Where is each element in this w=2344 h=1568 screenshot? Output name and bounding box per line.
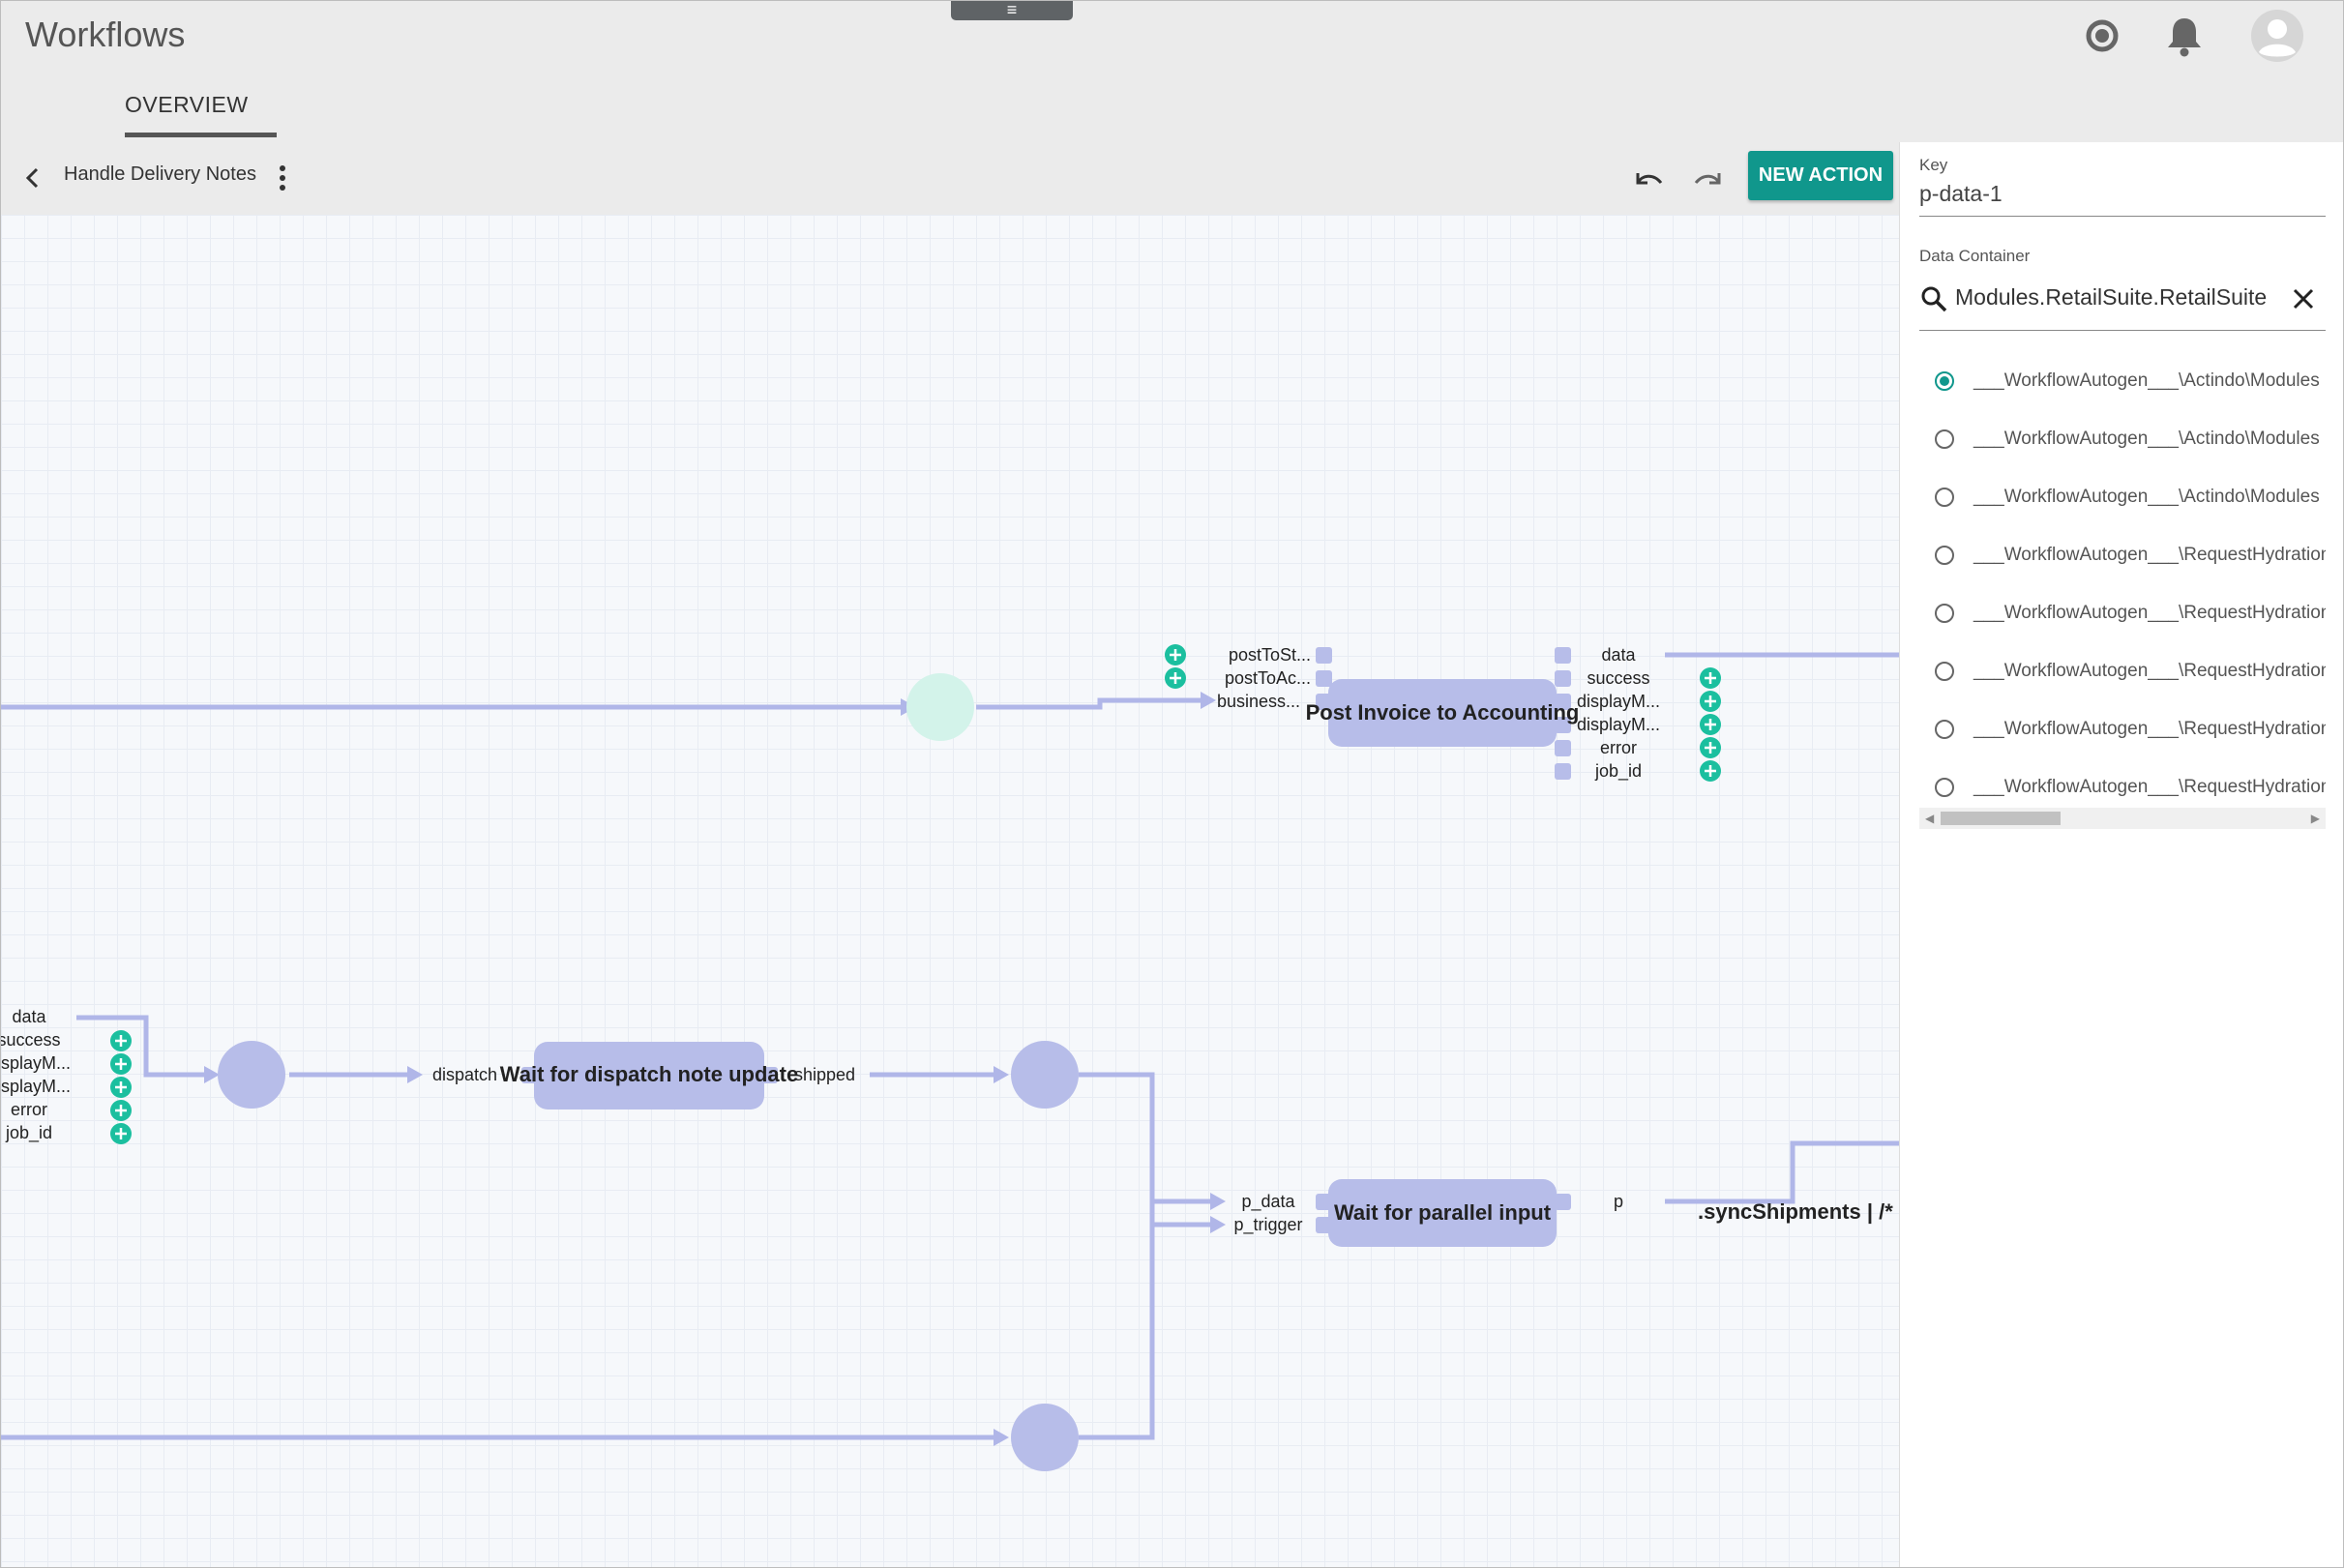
option-row[interactable]: ___WorkflowAutogen___\RequestHydration [1919,645,2326,703]
join-node-bottom[interactable] [1011,1404,1079,1471]
edge-p-out [1665,1140,1899,1204]
port-label: displayM... [1577,715,1660,734]
radio-unchecked-icon[interactable] [1935,604,1954,623]
search-underline [1919,330,2326,331]
port-label: postToSt... [1229,645,1311,665]
tab-overview[interactable]: OVERVIEW [125,86,249,124]
account-avatar-icon[interactable] [2250,9,2304,68]
join-node-top[interactable] [1011,1041,1079,1109]
data-container-search-input[interactable] [1955,280,2274,314]
workflow-canvas[interactable]: Post Invoice to Accounting postToSt... p… [1,215,1899,1567]
radio-unchecked-icon[interactable] [1935,720,1954,739]
port-label: error [11,1100,47,1119]
key-label: Key [1919,156,1948,174]
key-field[interactable]: p-data-1 [1919,181,2003,207]
scroll-left-icon[interactable]: ◀ [1925,812,1934,825]
workflow-toolbar: Handle Delivery Notes NEW ACTION [1,142,1897,215]
option-row[interactable]: ___WorkflowAutogen___\RequestHydration [1919,529,2326,587]
port-label: displayM... [1,1053,71,1073]
app-title: Workflows [25,15,186,54]
properties-panel: Key p-data-1 Data Container ___WorkflowA… [1899,142,2343,1567]
search-icon [1919,284,1948,313]
port-label: displayM... [1,1077,71,1096]
horizontal-scrollbar[interactable]: ◀ ▶ [1919,808,2326,829]
edge-start-to-post [976,697,1201,710]
port-label: success [1,1030,61,1050]
merge-node[interactable] [218,1041,285,1109]
option-label: ___WorkflowAutogen___\RequestHydration [1973,545,2326,565]
port-label: data [12,1007,46,1026]
radio-unchecked-icon[interactable] [1935,662,1954,681]
start-node[interactable] [906,673,974,741]
option-row[interactable]: ___WorkflowAutogen___\Actindo\Modules [1919,471,2326,529]
data-container-options: ___WorkflowAutogen___\Actindo\Modules __… [1919,355,2326,955]
post-invoice-title: Post Invoice to Accounting [1306,700,1580,725]
edge-joins-bus [1079,1072,1155,1440]
option-label: ___WorkflowAutogen___\Actindo\Modules [1973,370,2320,391]
new-action-button[interactable]: NEW ACTION [1748,151,1893,200]
undo-icon[interactable] [1630,163,1665,192]
tab-bar: OVERVIEW [125,86,249,124]
wait-parallel-title: Wait for parallel input [1334,1200,1552,1225]
option-row[interactable]: ___WorkflowAutogen___\Actindo\Modules [1919,413,2326,471]
back-arrow-icon[interactable] [18,163,47,192]
option-label: ___WorkflowAutogen___\RequestHydration [1973,777,2326,797]
radio-checked-icon[interactable] [1935,371,1954,391]
port-label: job_id [1594,761,1642,782]
option-row[interactable]: ___WorkflowAutogen___\RequestHydration [1919,703,2326,761]
more-vert-icon[interactable] [276,163,289,192]
port-label: success [1587,668,1649,688]
port-label: error [1600,738,1637,757]
port-label: job_id [5,1123,52,1143]
option-label: ___WorkflowAutogen___\Actindo\Modules [1973,487,2320,507]
port-label: p [1614,1192,1623,1211]
scrollbar-thumb[interactable] [1941,812,2061,825]
port-label: business... [1217,692,1300,711]
port-label: shipped [794,1065,855,1084]
radio-unchecked-icon[interactable] [1935,778,1954,797]
scroll-right-icon[interactable]: ▶ [2311,812,2320,825]
radio-unchecked-icon[interactable] [1935,488,1954,507]
port-label: displayM... [1577,692,1660,711]
wait-dispatch-title: Wait for dispatch note update [500,1062,798,1086]
option-label: ___WorkflowAutogen___\RequestHydration [1973,603,2326,623]
port-label: dispatch [432,1065,497,1084]
port-label: postToAc... [1225,668,1311,688]
edge-left-to-merge [76,1015,204,1078]
port-label: p_trigger [1233,1215,1302,1235]
menu-toggle-icon[interactable]: ≡ [951,1,1073,20]
tab-active-indicator [125,133,277,137]
port-label: p_data [1241,1192,1295,1212]
radio-button-icon[interactable] [2083,16,2121,60]
option-label: ___WorkflowAutogen___\RequestHydration [1973,719,2326,739]
option-row[interactable]: ___WorkflowAutogen___\RequestHydration [1919,587,2326,645]
bell-icon[interactable] [2165,15,2204,62]
radio-unchecked-icon[interactable] [1935,429,1954,449]
workflow-name: Handle Delivery Notes [64,163,256,185]
app-shell: Workflows ≡ OVERVIEW Handle Delivery Not… [0,0,2344,1568]
workflow-graph: Post Invoice to Accounting postToSt... p… [1,644,1899,1471]
port-label: data [1601,645,1636,665]
redo-icon[interactable] [1692,163,1727,192]
radio-unchecked-icon[interactable] [1935,546,1954,565]
clear-icon[interactable] [2290,285,2317,312]
option-row[interactable]: ___WorkflowAutogen___\Actindo\Modules [1919,355,2326,413]
data-container-label: Data Container [1919,247,2031,265]
key-underline [1919,216,2326,217]
option-label: ___WorkflowAutogen___\RequestHydration [1973,661,2326,681]
option-label: ___WorkflowAutogen___\Actindo\Modules [1973,429,2320,449]
sync-shipments-label: .syncShipments | /* [1698,1199,1893,1224]
